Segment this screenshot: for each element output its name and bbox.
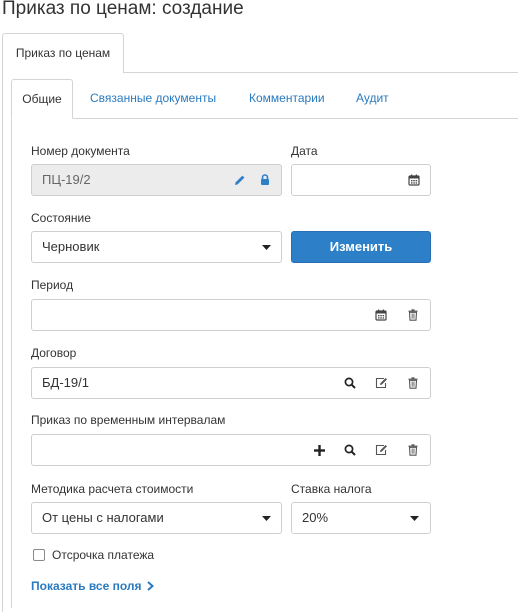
caret-down-icon [407, 511, 421, 525]
contract-field[interactable]: БД-19/1 [31, 367, 431, 399]
contract-value: БД-19/1 [42, 375, 89, 390]
payment-deferral-label[interactable]: Отсрочка платежа [52, 548, 154, 562]
payment-deferral-checkbox[interactable] [33, 549, 45, 561]
calendar-icon[interactable] [374, 308, 388, 322]
tab-comments[interactable]: Комментарии [249, 79, 325, 119]
edit-icon[interactable] [374, 376, 388, 390]
chevron-right-icon [147, 580, 154, 594]
doc-number-value: ПЦ-19/2 [42, 172, 91, 187]
cost-method-label: Методика расчета стоимости [31, 482, 194, 496]
lock-icon [258, 173, 272, 187]
pencil-icon[interactable] [233, 173, 247, 187]
trash-icon[interactable] [406, 308, 420, 322]
tab-price-order[interactable]: Приказ по ценам [2, 33, 124, 73]
tax-rate-label: Ставка налога [291, 482, 372, 496]
doc-number-field[interactable]: ПЦ-19/2 [31, 164, 282, 196]
time-interval-order-label: Приказ по временным интервалам [31, 413, 226, 427]
show-all-fields-link[interactable]: Показать все поля [31, 579, 154, 594]
time-interval-order-field[interactable] [31, 434, 431, 466]
plus-icon[interactable] [312, 443, 326, 457]
edit-icon[interactable] [374, 443, 388, 457]
page-title: Приказ по ценам: создание [2, 0, 244, 19]
trash-icon[interactable] [406, 443, 420, 457]
tax-rate-select[interactable]: 20% [291, 502, 431, 534]
tab-general[interactable]: Общие [11, 79, 73, 119]
caret-down-icon [259, 240, 273, 254]
cost-method-value: От цены с налогами [42, 510, 164, 525]
date-field[interactable] [291, 164, 431, 196]
tab-related-documents[interactable]: Связанные документы [90, 79, 216, 119]
tax-rate-value: 20% [302, 510, 329, 525]
contract-label: Договор [31, 346, 77, 360]
state-value: Черновик [42, 239, 100, 254]
search-icon[interactable] [343, 443, 357, 457]
period-label: Период [31, 278, 74, 292]
trash-icon[interactable] [406, 376, 420, 390]
show-all-fields-label: Показать все поля [31, 579, 142, 593]
calendar-icon[interactable] [407, 173, 421, 187]
caret-down-icon [259, 511, 273, 525]
period-field[interactable] [31, 299, 431, 331]
change-button[interactable]: Изменить [291, 231, 431, 263]
doc-number-label: Номер документа [31, 144, 130, 158]
cost-method-select[interactable]: От цены с налогами [31, 502, 282, 534]
date-label: Дата [291, 144, 318, 158]
search-icon[interactable] [343, 376, 357, 390]
state-select[interactable]: Черновик [31, 231, 282, 263]
state-label: Состояние [31, 211, 91, 225]
tab-audit[interactable]: Аудит [356, 79, 389, 119]
